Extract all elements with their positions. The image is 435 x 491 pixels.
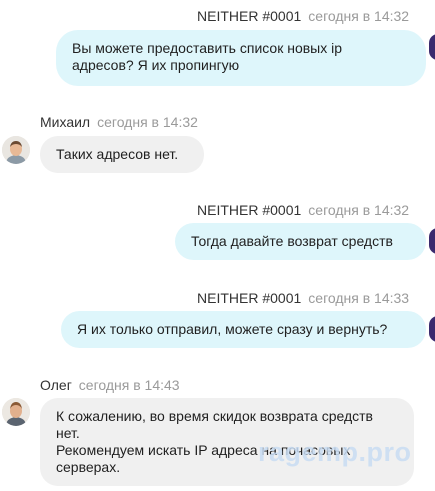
site-watermark: ragemp.pro bbox=[258, 437, 412, 467]
outgoing-message-bubble[interactable]: Вы можете предоставить список новых ip а… bbox=[56, 30, 426, 86]
own-avatar-icon bbox=[429, 228, 435, 254]
message-header: Михаил сегодня в 14:32 bbox=[40, 113, 198, 131]
message-text-line: адресов? Я их пропингую bbox=[72, 57, 240, 73]
message-author: NEITHER #0001 bbox=[197, 8, 302, 24]
outgoing-message-bubble[interactable]: Тогда давайте возврат средств bbox=[175, 223, 426, 260]
message-header: NEITHER #0001 сегодня в 14:32 bbox=[197, 7, 409, 25]
message-timestamp: сегодня в 14:32 bbox=[97, 114, 198, 130]
male-avatar-icon[interactable] bbox=[2, 398, 30, 426]
message-text-line: Тогда давайте возврат средств bbox=[191, 233, 393, 249]
own-avatar-icon bbox=[429, 34, 435, 60]
male-avatar-icon[interactable] bbox=[2, 136, 30, 164]
message-author: NEITHER #0001 bbox=[197, 290, 302, 306]
message-text-line: Вы можете предоставить список новых ip bbox=[72, 40, 343, 56]
message-timestamp: сегодня в 14:33 bbox=[308, 290, 410, 306]
incoming-message-bubble[interactable]: Таких адресов нет. bbox=[40, 136, 204, 173]
message-header: Олег сегодня в 14:43 bbox=[40, 376, 180, 394]
message-timestamp: сегодня в 14:32 bbox=[308, 8, 410, 24]
message-author: NEITHER #0001 bbox=[197, 202, 302, 218]
chat-thread: NEITHER #0001 сегодня в 14:32 Вы можете п… bbox=[0, 0, 435, 491]
message-header: NEITHER #0001 сегодня в 14:33 bbox=[197, 289, 409, 307]
message-author: Михаил bbox=[40, 114, 91, 130]
outgoing-message-bubble[interactable]: Я их только отправил, можете сразу и вер… bbox=[61, 311, 426, 348]
message-text-line: К сожалению, во время скидок возврата ср… bbox=[56, 408, 373, 424]
message-timestamp: сегодня в 14:43 bbox=[78, 377, 180, 393]
message-timestamp: сегодня в 14:32 bbox=[308, 202, 410, 218]
message-header: NEITHER #0001 сегодня в 14:32 bbox=[197, 201, 409, 219]
own-avatar-icon bbox=[429, 316, 435, 342]
message-author: Олег bbox=[40, 377, 72, 393]
message-text-line: Таких адресов нет. bbox=[56, 146, 179, 162]
message-text-line: Я их только отправил, можете сразу и вер… bbox=[77, 321, 388, 337]
